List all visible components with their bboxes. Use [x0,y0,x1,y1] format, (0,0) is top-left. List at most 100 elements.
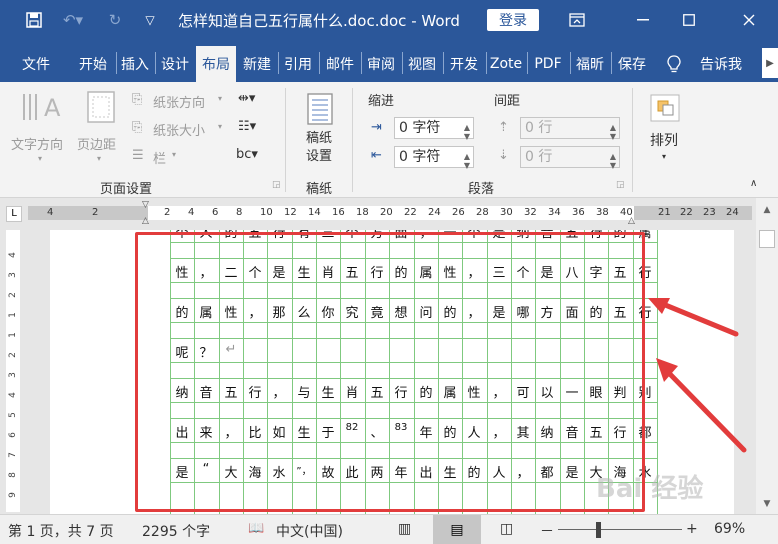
scroll-up-icon[interactable]: ▲ [756,202,778,218]
ruler-number: 24 [726,207,739,218]
vruler-number: 5 [8,412,18,418]
ruler-number: 24 [428,207,441,218]
orientation-button[interactable]: 纸张方向 [153,92,205,111]
save-icon[interactable] [22,8,46,32]
ribbon-display-icon[interactable] [554,0,600,40]
zoom-level[interactable]: 69% [714,521,745,537]
manuscript-setting-button[interactable]: 稿纸设置 [306,130,336,166]
dialog-launcher-icon[interactable]: ◲ [616,180,625,190]
tab-references[interactable]: 引用 [280,46,316,82]
tab-pdf[interactable]: PDF [528,46,568,82]
login-button[interactable]: 登录 [487,9,539,31]
dialog-launcher-icon[interactable]: ◲ [272,180,281,190]
manuscript-label: 稿纸 [306,182,333,197]
web-layout-icon[interactable]: ◫ [500,521,513,537]
text-direction-icon[interactable]: A [20,90,64,127]
indent-left-input[interactable]: 0 字符 ▲ ▼ [394,117,474,141]
ruler-number: 32 [524,207,537,218]
ruler-number: 22 [404,207,417,218]
zoom-slider[interactable] [558,529,682,530]
tab-foxit[interactable]: 福昕 [571,46,609,82]
vruler-number: 1 [8,332,18,338]
svg-text:A: A [44,94,61,122]
tab-layout[interactable]: 布局 [196,46,236,82]
ruler-number: 2 [92,207,99,218]
line-numbers-icon[interactable]: ☷▾ [238,119,256,134]
spacing-before-icon: ⇡ [498,120,509,135]
ribbon-tabs: 文件 开始 插入 设计 布局 新建 引用 邮件 审阅 视图 开发 Zote PD… [0,40,778,82]
spacing-after-input[interactable]: 0 行 ▲ ▼ [520,146,620,170]
tab-insert[interactable]: 插入 [117,46,153,82]
redo-icon[interactable]: ↻ [104,8,126,32]
vruler-number: 3 [8,272,18,278]
right-indent-marker-icon[interactable]: △ [628,216,635,226]
ruler-number: 12 [284,207,297,218]
ruler-number: 2 [164,207,171,218]
maximize-icon[interactable] [666,0,712,40]
margins-button[interactable]: 页边距 [77,134,116,153]
vruler-number: 4 [8,392,18,398]
paper-size-button[interactable]: 纸张大小 [153,120,205,139]
minimize-icon[interactable] [620,0,666,40]
arrange-icon[interactable] [648,92,682,127]
read-mode-icon[interactable]: ▥ [398,521,411,537]
tell-me-search[interactable]: 告诉我 [690,46,752,82]
tab-mailings[interactable]: 邮件 [321,46,359,82]
undo-icon[interactable]: ↶▾ [58,8,88,32]
indent-right-input[interactable]: 0 字符 ▲ ▼ [394,146,474,170]
language-indicator[interactable]: 中文(中国) [276,521,343,541]
ruler-number: 18 [356,207,369,218]
zoom-in-icon[interactable]: + [686,521,698,537]
page-setup-label: 页面设置 [100,182,153,197]
tab-design[interactable]: 设计 [157,46,193,82]
ribbon-separator [632,88,633,192]
ruler-number: 21 [658,207,671,218]
tab-stop-selector-icon[interactable]: L [6,206,22,222]
highlight-box [135,232,645,512]
status-bar: 第 1 页，共 7 页 2295 个字 📖 中文(中国) ▥ ▤ ◫ － + 6… [0,514,778,544]
breaks-icon[interactable]: ⇹▾ [238,91,255,106]
ruler-number: 23 [703,207,716,218]
indent-marker-icon[interactable]: ▽ [142,200,149,210]
ruler-number: 6 [212,207,219,218]
tab-new[interactable]: 新建 [238,46,276,82]
ruler-number: 16 [332,207,345,218]
zoom-out-icon[interactable]: － [540,521,554,541]
chevron-down-icon: ▾ [172,150,177,159]
tab-review[interactable]: 审阅 [362,46,400,82]
tab-zotero[interactable]: Zote [487,46,525,82]
tab-view[interactable]: 视图 [403,46,441,82]
tab-separator [319,52,320,74]
hyphenation-icon[interactable]: bc▾ [236,147,258,162]
scroll-down-icon[interactable]: ▼ [756,496,778,512]
margins-icon[interactable] [86,90,116,127]
tab-developer[interactable]: 开发 [444,46,484,82]
tab-home[interactable]: 开始 [72,46,114,82]
word-count[interactable]: 2295 个字 [142,521,210,541]
tab-save[interactable]: 保存 [612,46,652,82]
indent-marker-icon[interactable]: △ [142,216,149,226]
tab-file[interactable]: 文件 [12,46,60,82]
lightbulb-icon[interactable] [662,46,686,82]
print-layout-icon[interactable]: ▤ [433,515,481,544]
text-direction-button[interactable]: 文字方向 [11,134,63,153]
collapse-ribbon-icon[interactable]: ∧ [750,178,757,189]
manuscript-icon[interactable] [306,92,334,129]
vertical-scrollbar[interactable]: ▲ ▼ [756,198,778,514]
close-icon[interactable] [726,0,772,40]
tabs-scroll-right-icon[interactable]: ▶ [762,48,778,78]
orientation-icon: ⎘ [132,92,143,107]
vruler-number: 2 [8,292,18,298]
spacing-before-input[interactable]: 0 行 ▲ ▼ [520,117,620,141]
ruler-number: 14 [308,207,321,218]
zoom-slider-thumb[interactable] [596,522,601,538]
scrollbar-thumb[interactable] [759,230,775,248]
proofing-icon[interactable]: 📖 [248,521,264,536]
columns-button[interactable]: 栏 [153,148,166,167]
tab-separator [155,52,156,74]
paper-size-icon: ⎘ [132,120,143,135]
page-count[interactable]: 第 1 页，共 7 页 [8,521,114,541]
arrange-button[interactable]: 排列 [650,130,678,150]
customize-icon[interactable]: ▽ [140,8,160,32]
ruler-number: 34 [548,207,561,218]
